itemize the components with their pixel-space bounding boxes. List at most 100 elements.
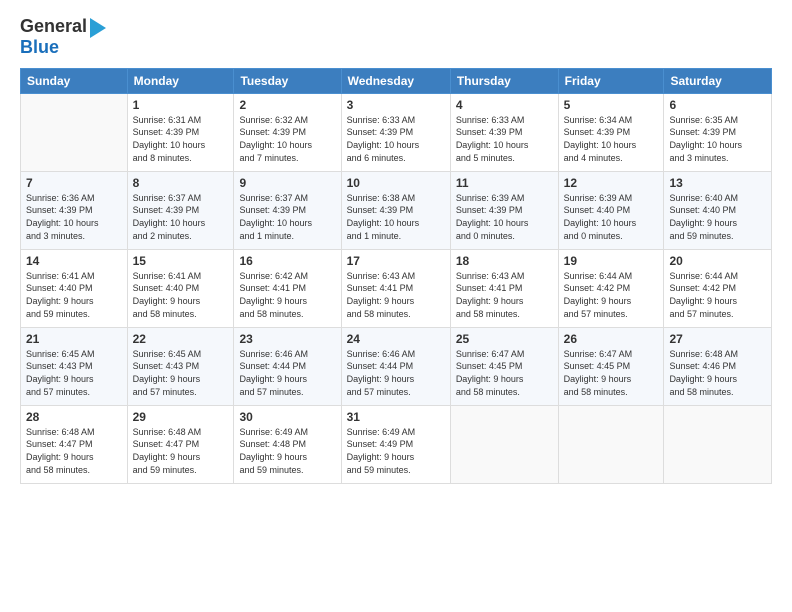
calendar-cell [21, 93, 128, 171]
logo-blue: Blue [20, 38, 59, 58]
day-info: Sunrise: 6:45 AM Sunset: 4:43 PM Dayligh… [26, 348, 122, 398]
day-number: 15 [133, 254, 229, 268]
calendar-cell: 21Sunrise: 6:45 AM Sunset: 4:43 PM Dayli… [21, 327, 128, 405]
day-number: 18 [456, 254, 553, 268]
day-info: Sunrise: 6:44 AM Sunset: 4:42 PM Dayligh… [564, 270, 659, 320]
day-info: Sunrise: 6:48 AM Sunset: 4:46 PM Dayligh… [669, 348, 766, 398]
day-number: 14 [26, 254, 122, 268]
day-info: Sunrise: 6:38 AM Sunset: 4:39 PM Dayligh… [347, 192, 445, 242]
day-info: Sunrise: 6:31 AM Sunset: 4:39 PM Dayligh… [133, 114, 229, 164]
day-info: Sunrise: 6:46 AM Sunset: 4:44 PM Dayligh… [347, 348, 445, 398]
day-number: 23 [239, 332, 335, 346]
calendar-week-row: 14 Sunrise: 6:41 AM Sunset: 4:40 PM Dayli… [21, 249, 772, 327]
day-info: Sunrise: 6:43 AM Sunset: 4:41 PM Dayligh… [456, 270, 553, 320]
day-info: Sunrise: 6:35 AM Sunset: 4:39 PM Dayligh… [669, 114, 766, 164]
calendar-cell: 30 Sunrise: 6:49 AM Sunset: 4:48 PM Dayli… [234, 405, 341, 483]
day-number: 1 [133, 98, 229, 112]
calendar-cell: 13 Sunrise: 6:40 AM Sunset: 4:40 PM Dayli… [664, 171, 772, 249]
day-info: Sunrise: 6:41 AM Sunset: 4:40 PM Dayligh… [133, 270, 229, 320]
day-number: 9 [239, 176, 335, 190]
day-number: 27 [669, 332, 766, 346]
day-number: 3 [347, 98, 445, 112]
day-number: 2 [239, 98, 335, 112]
calendar-cell: 14 Sunrise: 6:41 AM Sunset: 4:40 PM Dayli… [21, 249, 128, 327]
day-info: Sunrise: 6:49 AM Sunset: 4:48 PM Dayligh… [239, 426, 335, 476]
logo: General Blue [20, 16, 106, 58]
calendar-cell: 12 Sunrise: 6:39 AM Sunset: 4:40 PM Dayli… [558, 171, 664, 249]
day-info: Sunrise: 6:39 AM Sunset: 4:39 PM Dayligh… [456, 192, 553, 242]
calendar-cell: 24Sunrise: 6:46 AM Sunset: 4:44 PM Dayli… [341, 327, 450, 405]
day-info: Sunrise: 6:41 AM Sunset: 4:40 PM Dayligh… [26, 270, 122, 320]
calendar-cell: 6 Sunrise: 6:35 AM Sunset: 4:39 PM Daylig… [664, 93, 772, 171]
calendar-cell: 29 Sunrise: 6:48 AM Sunset: 4:47 PM Dayli… [127, 405, 234, 483]
calendar-cell: 17 Sunrise: 6:43 AM Sunset: 4:41 PM Dayli… [341, 249, 450, 327]
calendar-cell: 23 Sunrise: 6:46 AM Sunset: 4:44 PM Dayli… [234, 327, 341, 405]
day-number: 7 [26, 176, 122, 190]
calendar-cell: 20 Sunrise: 6:44 AM Sunset: 4:42 PM Dayli… [664, 249, 772, 327]
calendar-cell: 22 Sunrise: 6:45 AM Sunset: 4:43 PM Dayli… [127, 327, 234, 405]
day-number: 13 [669, 176, 766, 190]
calendar-cell: 9 Sunrise: 6:37 AM Sunset: 4:39 PM Daylig… [234, 171, 341, 249]
day-info: Sunrise: 6:39 AM Sunset: 4:40 PM Dayligh… [564, 192, 659, 242]
day-info: Sunrise: 6:42 AM Sunset: 4:41 PM Dayligh… [239, 270, 335, 320]
header: General Blue [20, 16, 772, 58]
day-number: 31 [347, 410, 445, 424]
day-info: Sunrise: 6:43 AM Sunset: 4:41 PM Dayligh… [347, 270, 445, 320]
day-header-monday: Monday [127, 68, 234, 93]
calendar-cell: 4Sunrise: 6:33 AM Sunset: 4:39 PM Daylig… [450, 93, 558, 171]
day-number: 8 [133, 176, 229, 190]
day-number: 6 [669, 98, 766, 112]
calendar-cell: 27 Sunrise: 6:48 AM Sunset: 4:46 PM Dayli… [664, 327, 772, 405]
day-number: 12 [564, 176, 659, 190]
day-info: Sunrise: 6:44 AM Sunset: 4:42 PM Dayligh… [669, 270, 766, 320]
calendar-cell: 3Sunrise: 6:33 AM Sunset: 4:39 PM Daylig… [341, 93, 450, 171]
day-info: Sunrise: 6:37 AM Sunset: 4:39 PM Dayligh… [239, 192, 335, 242]
day-number: 11 [456, 176, 553, 190]
day-number: 25 [456, 332, 553, 346]
calendar-cell: 25Sunrise: 6:47 AM Sunset: 4:45 PM Dayli… [450, 327, 558, 405]
calendar-cell: 2 Sunrise: 6:32 AM Sunset: 4:39 PM Daylig… [234, 93, 341, 171]
calendar-cell: 11 Sunrise: 6:39 AM Sunset: 4:39 PM Dayli… [450, 171, 558, 249]
calendar-cell: 5Sunrise: 6:34 AM Sunset: 4:39 PM Daylig… [558, 93, 664, 171]
day-info: Sunrise: 6:37 AM Sunset: 4:39 PM Dayligh… [133, 192, 229, 242]
calendar-cell: 15 Sunrise: 6:41 AM Sunset: 4:40 PM Dayli… [127, 249, 234, 327]
day-number: 10 [347, 176, 445, 190]
day-number: 26 [564, 332, 659, 346]
day-info: Sunrise: 6:45 AM Sunset: 4:43 PM Dayligh… [133, 348, 229, 398]
calendar-table: SundayMondayTuesdayWednesdayThursdayFrid… [20, 68, 772, 484]
calendar-cell: 16Sunrise: 6:42 AM Sunset: 4:41 PM Dayli… [234, 249, 341, 327]
day-header-friday: Friday [558, 68, 664, 93]
calendar-cell: 28Sunrise: 6:48 AM Sunset: 4:47 PM Dayli… [21, 405, 128, 483]
calendar-week-row: 21Sunrise: 6:45 AM Sunset: 4:43 PM Dayli… [21, 327, 772, 405]
day-header-thursday: Thursday [450, 68, 558, 93]
calendar-cell: 8 Sunrise: 6:37 AM Sunset: 4:39 PM Daylig… [127, 171, 234, 249]
calendar-cell [558, 405, 664, 483]
calendar-header-row: SundayMondayTuesdayWednesdayThursdayFrid… [21, 68, 772, 93]
day-info: Sunrise: 6:36 AM Sunset: 4:39 PM Dayligh… [26, 192, 122, 242]
calendar-cell: 26Sunrise: 6:47 AM Sunset: 4:45 PM Dayli… [558, 327, 664, 405]
day-info: Sunrise: 6:32 AM Sunset: 4:39 PM Dayligh… [239, 114, 335, 164]
day-number: 30 [239, 410, 335, 424]
logo-arrow-icon [90, 18, 106, 38]
calendar-week-row: 7 Sunrise: 6:36 AM Sunset: 4:39 PM Daylig… [21, 171, 772, 249]
day-header-saturday: Saturday [664, 68, 772, 93]
day-info: Sunrise: 6:40 AM Sunset: 4:40 PM Dayligh… [669, 192, 766, 242]
page: General Blue SundayMondayTuesdayWednesda… [0, 0, 792, 612]
calendar-week-row: 28Sunrise: 6:48 AM Sunset: 4:47 PM Dayli… [21, 405, 772, 483]
calendar-cell: 1 Sunrise: 6:31 AM Sunset: 4:39 PM Daylig… [127, 93, 234, 171]
calendar-week-row: 1 Sunrise: 6:31 AM Sunset: 4:39 PM Daylig… [21, 93, 772, 171]
logo-general: General [20, 17, 87, 37]
calendar-cell: 10 Sunrise: 6:38 AM Sunset: 4:39 PM Dayli… [341, 171, 450, 249]
day-info: Sunrise: 6:48 AM Sunset: 4:47 PM Dayligh… [133, 426, 229, 476]
day-number: 19 [564, 254, 659, 268]
day-number: 22 [133, 332, 229, 346]
calendar-cell: 31Sunrise: 6:49 AM Sunset: 4:49 PM Dayli… [341, 405, 450, 483]
day-header-sunday: Sunday [21, 68, 128, 93]
day-info: Sunrise: 6:48 AM Sunset: 4:47 PM Dayligh… [26, 426, 122, 476]
day-info: Sunrise: 6:34 AM Sunset: 4:39 PM Dayligh… [564, 114, 659, 164]
day-number: 29 [133, 410, 229, 424]
day-number: 17 [347, 254, 445, 268]
day-info: Sunrise: 6:46 AM Sunset: 4:44 PM Dayligh… [239, 348, 335, 398]
calendar-cell: 18 Sunrise: 6:43 AM Sunset: 4:41 PM Dayli… [450, 249, 558, 327]
day-number: 20 [669, 254, 766, 268]
